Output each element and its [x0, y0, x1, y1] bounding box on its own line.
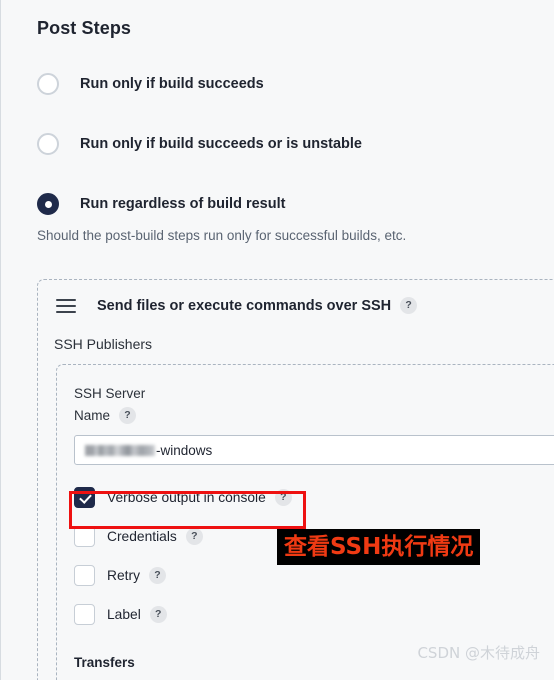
- ssh-server-name-label: Name: [74, 408, 111, 423]
- checkbox-verbose-output[interactable]: [74, 487, 95, 508]
- radio-regardless-of-result[interactable]: [37, 193, 59, 215]
- transfers-label: Transfers: [74, 655, 135, 670]
- checkbox-label-label: Label: [107, 607, 141, 622]
- ssh-panel-header[interactable]: Send files or execute commands over SSH …: [56, 297, 418, 314]
- checkbox-retry[interactable]: [74, 565, 95, 586]
- ssh-publishers-label: SSH Publishers: [54, 336, 153, 352]
- help-icon-verbose-output[interactable]: ?: [274, 489, 292, 506]
- ssh-server-name-label-row: Name ?: [74, 407, 137, 424]
- checkbox-row-label[interactable]: Label ?: [74, 604, 167, 625]
- annotation-callout: 查看SSH执行情况: [277, 529, 481, 565]
- checkbox-label[interactable]: [74, 604, 95, 625]
- watermark: CSDN @木待成舟: [417, 644, 540, 662]
- ssh-server-label: SSH Server: [74, 386, 146, 401]
- help-icon-ssh-panel[interactable]: ?: [400, 297, 418, 314]
- ssh-server-panel: SSH Server Name ? -windows Verbose outpu…: [56, 364, 554, 680]
- checkbox-label-credentials: Credentials: [107, 529, 177, 544]
- help-icon-label[interactable]: ?: [149, 606, 167, 623]
- help-icon-retry[interactable]: ?: [148, 567, 166, 584]
- drag-handle-icon[interactable]: [56, 298, 76, 313]
- radio-label-build-succeeds: Run only if build succeeds: [80, 76, 264, 92]
- redacted-text: [85, 444, 155, 456]
- radio-label-regardless-of-result: Run regardless of build result: [80, 196, 286, 212]
- radio-build-succeeds[interactable]: [37, 73, 59, 95]
- radio-row-build-succeeds-or-unstable[interactable]: Run only if build succeeds or is unstabl…: [37, 133, 362, 155]
- radio-row-build-succeeds[interactable]: Run only if build succeeds: [37, 73, 264, 95]
- help-icon-credentials[interactable]: ?: [185, 528, 203, 545]
- radio-row-regardless-of-result[interactable]: Run regardless of build result: [37, 193, 285, 215]
- checkbox-credentials[interactable]: [74, 526, 95, 547]
- ssh-panel-title: Send files or execute commands over SSH: [97, 297, 392, 314]
- ssh-server-name-input[interactable]: -windows: [74, 435, 554, 465]
- post-steps-helper-text: Should the post-build steps run only for…: [37, 228, 407, 243]
- ssh-server-name-value: -windows: [156, 442, 213, 458]
- help-icon-server-name[interactable]: ?: [119, 407, 137, 424]
- checkbox-label-verbose-output: Verbose output in console: [107, 490, 266, 505]
- post-steps-page: Post Steps Run only if build succeeds Ru…: [0, 0, 554, 680]
- radio-build-succeeds-or-unstable[interactable]: [37, 133, 59, 155]
- ssh-publisher-panel: Send files or execute commands over SSH …: [37, 279, 554, 680]
- checkbox-row-retry[interactable]: Retry ?: [74, 565, 166, 586]
- page-title: Post Steps: [37, 18, 132, 38]
- checkbox-label-retry: Retry: [107, 568, 140, 583]
- checkbox-row-verbose-output[interactable]: Verbose output in console ?: [74, 487, 292, 508]
- radio-label-build-succeeds-or-unstable: Run only if build succeeds or is unstabl…: [80, 136, 362, 152]
- checkbox-row-credentials[interactable]: Credentials ?: [74, 526, 203, 547]
